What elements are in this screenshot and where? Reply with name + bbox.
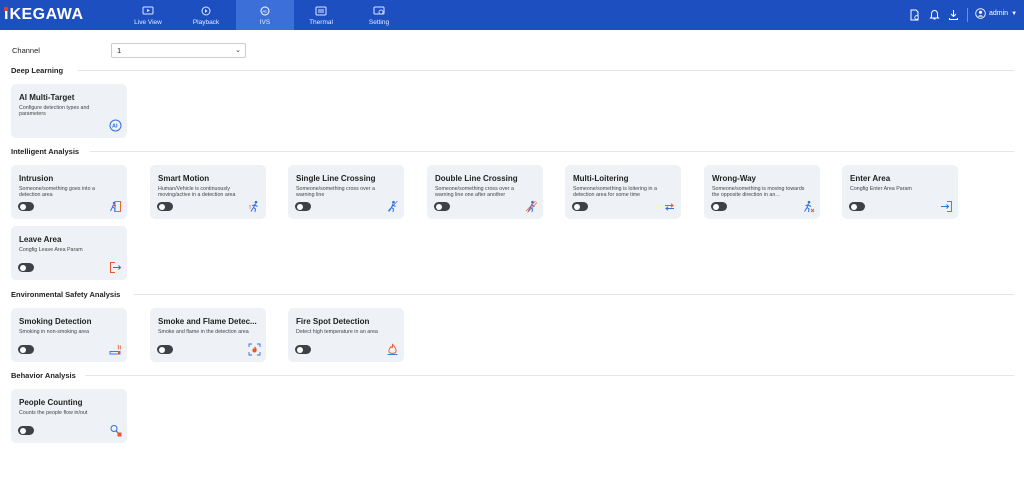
section-divider	[85, 375, 1014, 376]
document-icon[interactable]	[907, 8, 921, 22]
enter-area-icon	[941, 201, 952, 212]
setting-icon	[373, 6, 385, 15]
tab-ivs[interactable]: AI IVS	[236, 0, 294, 30]
user-menu[interactable]: admin ▼	[975, 8, 1017, 19]
top-navigation-bar: I KEGAWA Live View Playback AI IVS Therm…	[0, 0, 1024, 30]
bell-icon[interactable]	[927, 8, 941, 22]
toggle-switch[interactable]	[295, 202, 311, 211]
channel-select[interactable]: 1 ⌄	[111, 43, 246, 58]
section-divider	[78, 70, 1014, 71]
fire-spot-icon	[387, 343, 398, 355]
user-avatar-icon	[975, 8, 986, 19]
section-divider	[134, 294, 1014, 295]
svg-text:AI: AI	[112, 124, 118, 130]
tab-setting[interactable]: Setting	[350, 0, 408, 30]
wrong-way-icon	[804, 200, 815, 213]
card-smoke-flame-detection[interactable]: Smoke and Flame Detec... Smoke and flame…	[150, 308, 266, 362]
toggle-switch[interactable]	[157, 202, 173, 211]
chevron-down-icon: ⌄	[235, 47, 241, 54]
card-single-line-crossing[interactable]: Single Line Crossing Someone/something c…	[288, 165, 404, 219]
logo: I KEGAWA	[4, 6, 84, 23]
smoking-icon	[109, 344, 121, 355]
chevron-down-icon: ▼	[1011, 10, 1018, 17]
card-intrusion[interactable]: Intrusion Someone/something goes into a …	[11, 165, 127, 219]
tab-live-view[interactable]: Live View	[119, 0, 177, 30]
toggle-switch[interactable]	[18, 345, 34, 354]
double-line-crossing-icon	[525, 200, 538, 213]
card-double-line-crossing[interactable]: Double Line Crossing Someone/something c…	[427, 165, 543, 219]
toggle-switch[interactable]	[434, 202, 450, 211]
ai-chip-icon: AI	[109, 119, 122, 132]
logo-text: KEGAWA	[9, 6, 84, 23]
section-title-deep-learning: Deep Learning	[11, 66, 64, 75]
toggle-switch[interactable]	[18, 263, 34, 272]
card-smoking-detection[interactable]: Smoking Detection Smoking in non-smoking…	[11, 308, 127, 362]
line-crossing-icon	[387, 200, 398, 213]
section-title-behavior-analysis: Behavior Analysis	[11, 371, 76, 380]
leave-area-icon	[110, 262, 122, 273]
card-leave-area[interactable]: Leave Area Congfig Leave Area Param	[11, 226, 127, 280]
section-title-intelligent-analysis: Intelligent Analysis	[11, 147, 80, 156]
toggle-switch[interactable]	[711, 202, 727, 211]
user-name: admin	[989, 10, 1009, 17]
card-multi-loitering[interactable]: Multi-Loitering Someone/something is loi…	[565, 165, 681, 219]
toggle-switch[interactable]	[572, 202, 588, 211]
ai-icon: AI	[260, 6, 270, 16]
toggle-switch[interactable]	[295, 345, 311, 354]
channel-row: Channel 1 ⌄	[12, 42, 1012, 60]
loitering-icon	[665, 203, 674, 211]
live-view-icon	[142, 6, 154, 15]
channel-label: Channel	[12, 46, 40, 55]
card-enter-area[interactable]: Enter Area Congfig Enter Area Param	[842, 165, 958, 219]
section-divider	[90, 151, 1014, 152]
toggle-switch[interactable]	[157, 345, 173, 354]
section-title-environmental-safety: Environmental Safety Analysis	[11, 290, 121, 299]
intrusion-icon	[110, 201, 121, 212]
tab-thermal[interactable]: Thermal	[292, 0, 350, 30]
toggle-switch[interactable]	[849, 202, 865, 211]
card-fire-spot-detection[interactable]: Fire Spot Detection Detect high temperat…	[288, 308, 404, 362]
thermal-icon	[315, 6, 327, 16]
card-ai-multi-target[interactable]: AI Multi-Target Configure detection type…	[11, 84, 127, 138]
card-smart-motion[interactable]: Smart Motion Human/Vehicle is continuous…	[150, 165, 266, 219]
svg-text:AI: AI	[262, 9, 266, 14]
playback-icon	[201, 6, 211, 16]
card-wrong-way[interactable]: Wrong-Way Someone/something is moving to…	[704, 165, 820, 219]
tab-playback[interactable]: Playback	[177, 0, 235, 30]
header-divider	[967, 8, 968, 22]
people-counting-icon	[110, 425, 122, 437]
download-icon[interactable]	[946, 8, 960, 22]
card-people-counting[interactable]: People Counting Counts the people flow i…	[11, 389, 127, 443]
toggle-switch[interactable]	[18, 202, 34, 211]
smart-motion-icon	[249, 200, 258, 213]
toggle-switch[interactable]	[18, 426, 34, 435]
smoke-flame-icon	[248, 343, 261, 356]
